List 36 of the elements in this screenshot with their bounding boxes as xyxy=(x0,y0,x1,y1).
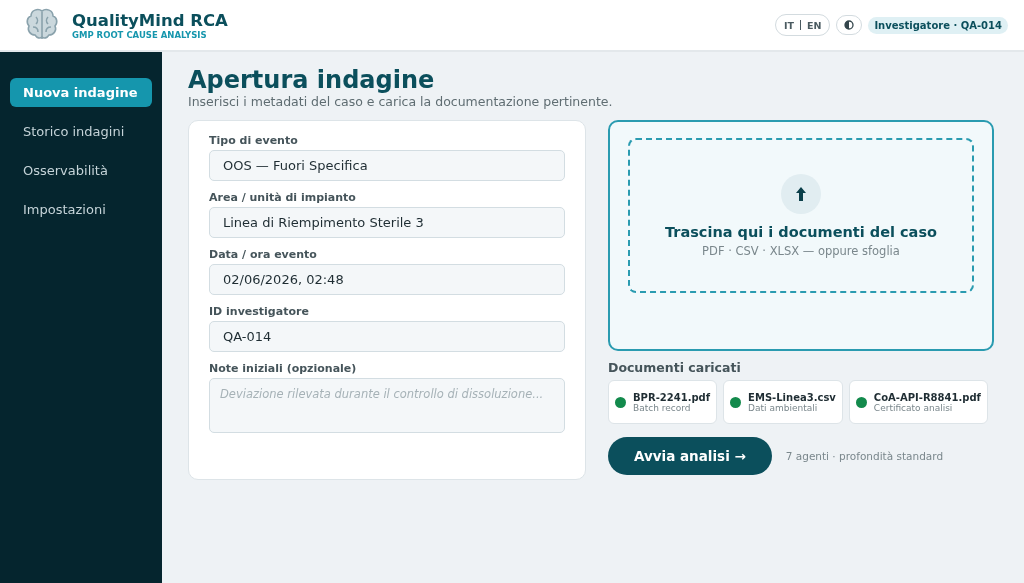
field-label: Area / unità di impianto xyxy=(209,191,357,204)
analysis-note: 7 agenti · profondità standard xyxy=(785,450,944,462)
notes-field[interactable]: Deviazione rilevata durante il controllo di dissoluzione... xyxy=(209,378,565,433)
document-description: Batch record xyxy=(633,402,691,413)
input-field[interactable]: 02/06/2026, 02:48 xyxy=(209,264,565,295)
field-label: Data / ora evento xyxy=(209,248,318,261)
drop-zone-title: Trascina qui i documenti del caso xyxy=(665,223,937,240)
document-name: CoA-API-R8841.pdf xyxy=(873,391,981,403)
language-option[interactable]: IT xyxy=(783,19,794,31)
language-option[interactable]: EN xyxy=(806,19,822,31)
nav-item[interactable]: Storico indagini xyxy=(10,117,152,146)
contrast-icon xyxy=(844,20,855,30)
nav-item[interactable]: Osservabilità xyxy=(10,156,152,185)
documents-heading: Documenti caricati xyxy=(608,360,742,375)
theme-toggle-button[interactable] xyxy=(836,15,863,35)
nav-item[interactable]: Nuova indagine xyxy=(10,78,152,107)
start-analysis-button[interactable]: Avvia analisi → xyxy=(608,437,772,475)
app-name: QualityMind RCA xyxy=(72,10,228,30)
drop-zone-hint: PDF · CSV · XLSX — oppure sfoglia xyxy=(702,243,900,258)
app-tagline: GMP ROOT CAUSE ANALYSIS xyxy=(72,29,208,40)
page-title: Apertura indagine xyxy=(188,66,436,94)
field-label: Tipo di evento xyxy=(209,134,299,147)
upload-icon xyxy=(781,173,821,214)
document-name: BPR-2241.pdf xyxy=(633,391,711,403)
page-subtitle: Inserisci i metadati del caso e carica la documentazione pertinente. xyxy=(188,94,614,109)
user-badge: Investigatore · QA-014 xyxy=(868,16,1008,34)
document-name: EMS-Linea3.csv xyxy=(748,391,836,403)
field-label: Note iniziali (opzionale) xyxy=(209,362,358,375)
input-field[interactable]: OOS — Fuori Specifica xyxy=(209,150,565,181)
field-label: ID investigatore xyxy=(209,305,310,318)
input-field[interactable]: QA-014 xyxy=(209,321,565,352)
input-field[interactable]: Linea di Riempimento Sterile 3 xyxy=(209,207,565,238)
nav-item[interactable]: Impostazioni xyxy=(10,195,152,224)
drop-zone[interactable]: Trascina qui i documenti del caso PDF · CSV · XLSX — oppure sfoglia xyxy=(628,138,974,293)
document-description: Dati ambientali xyxy=(748,402,819,413)
document-description: Certificato analisi xyxy=(873,402,953,413)
